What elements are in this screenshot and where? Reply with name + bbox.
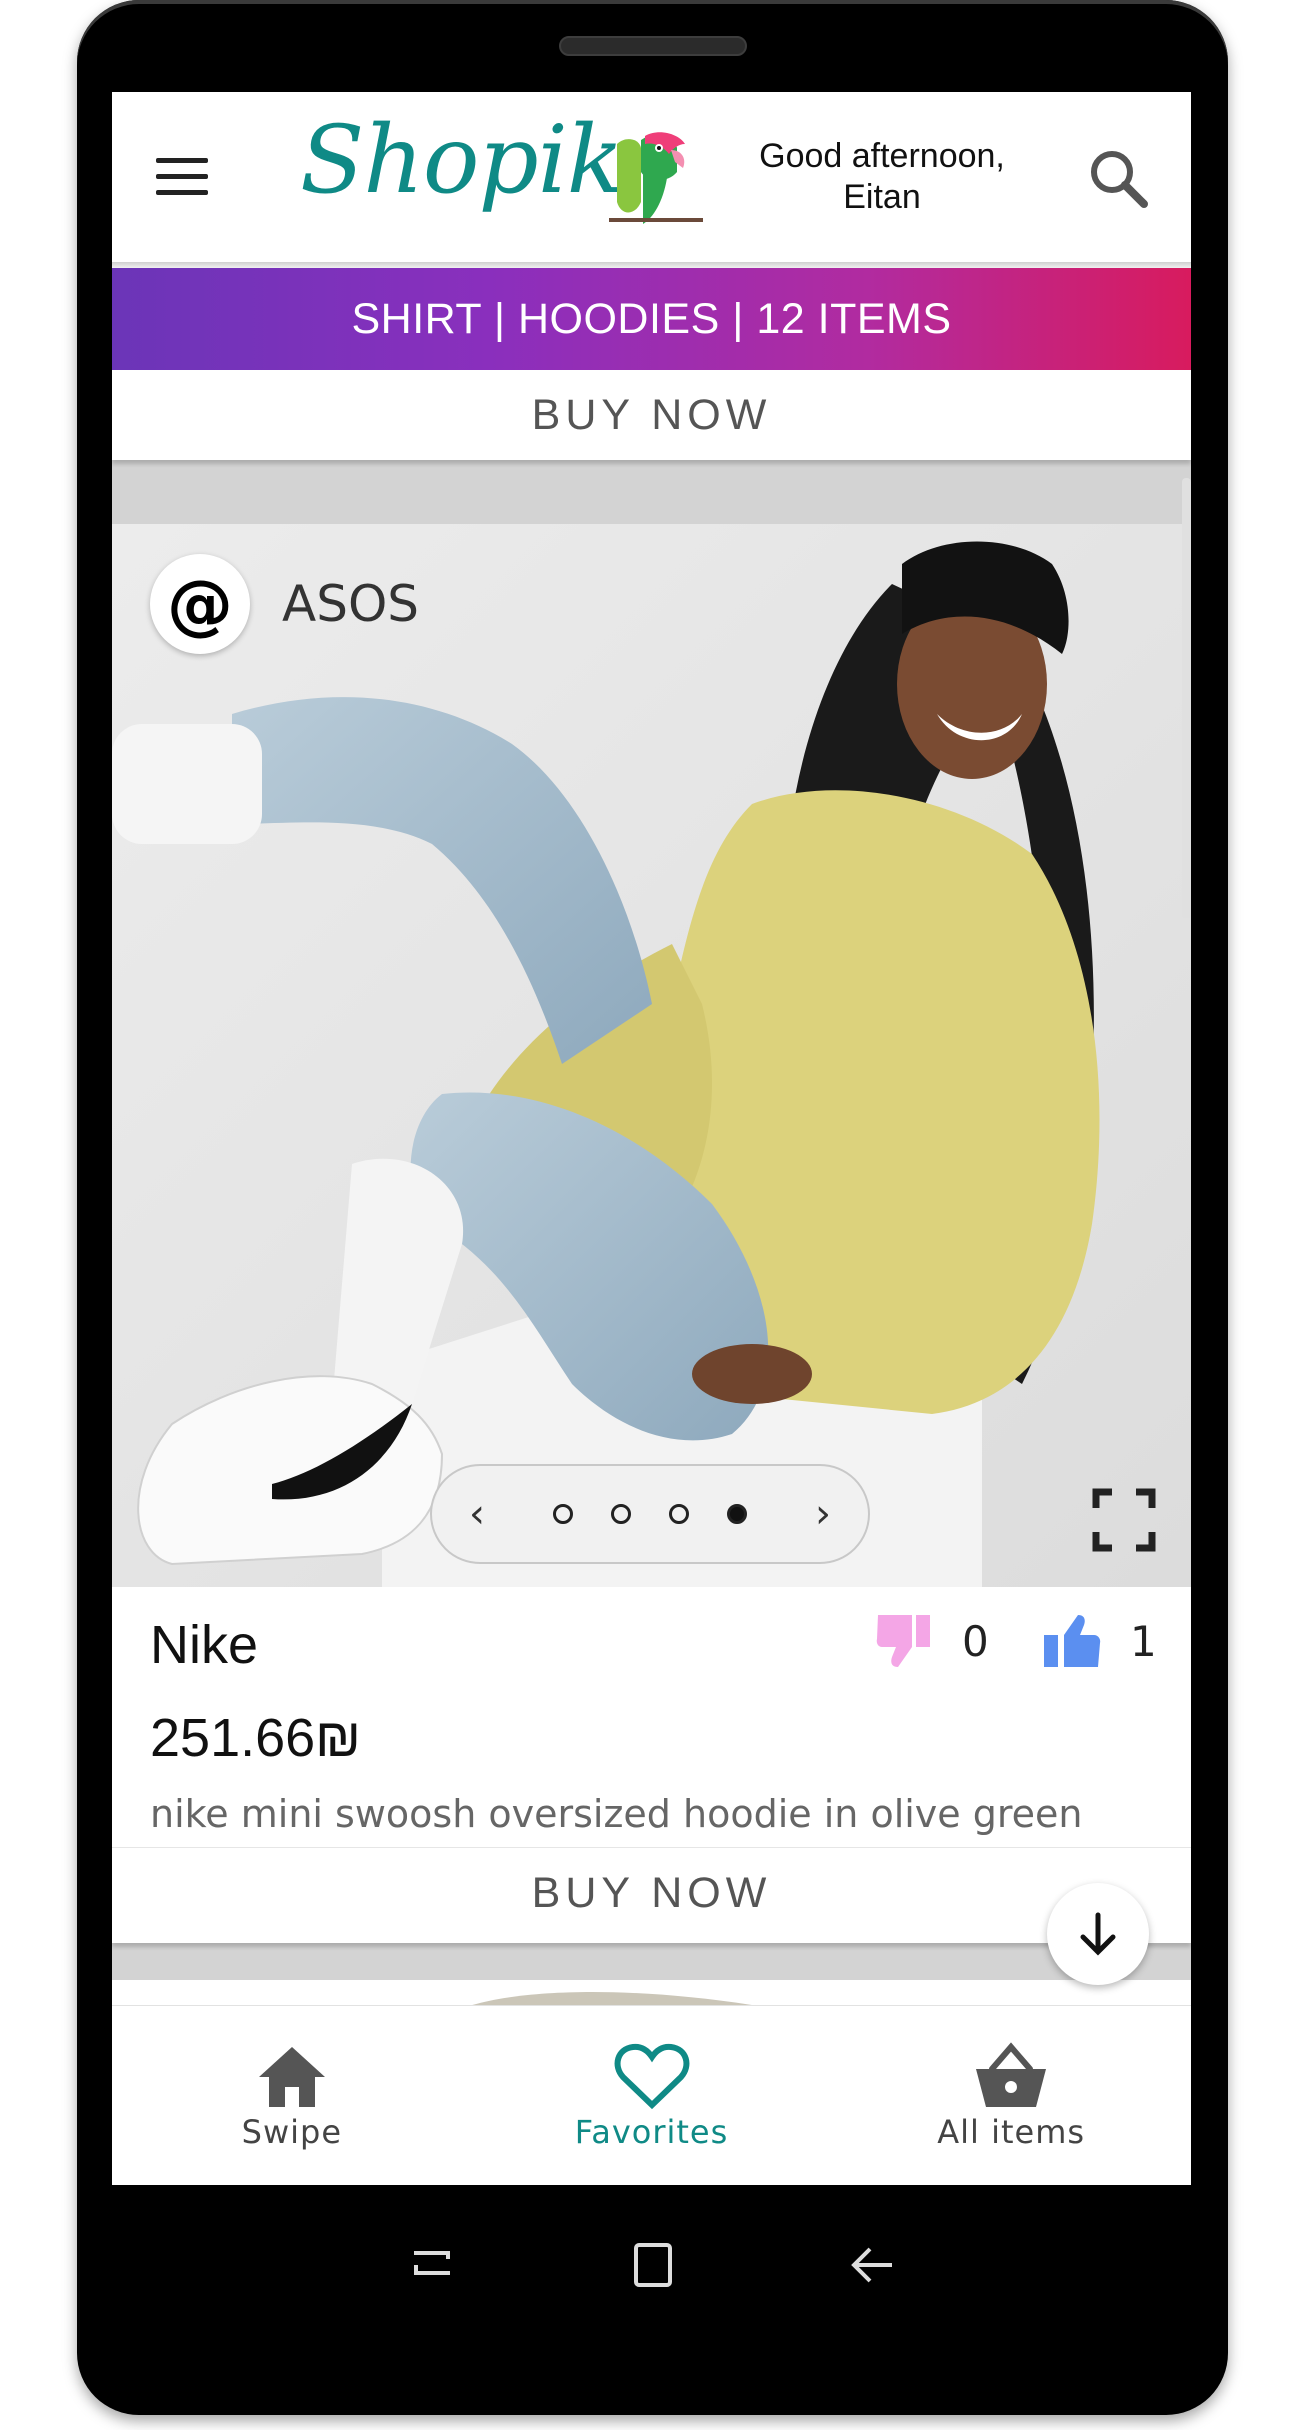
nav-item-favorites[interactable]: Favorites	[472, 2006, 832, 2185]
nav-item-all-items[interactable]: All items	[831, 2006, 1191, 2185]
scrollbar[interactable]	[1182, 478, 1191, 918]
thumbs-up-icon	[1044, 1615, 1101, 1667]
carousel-next-icon[interactable]: ›	[808, 1491, 838, 1537]
phone-frame: Shopik Good afternoon, Eitan SHIRT | HOO…	[77, 0, 1228, 2415]
menu-icon[interactable]	[156, 158, 208, 198]
product-photo-illustration	[112, 524, 1191, 1587]
buy-now-button[interactable]: BUY NOW	[112, 1847, 1191, 1938]
feed-scroll-area[interactable]: SHIRT | HOODIES | 12 ITEMS BUY NOW @ ASO…	[112, 268, 1191, 2005]
app-screen: Shopik Good afternoon, Eitan SHIRT | HOO…	[112, 92, 1191, 2185]
app-header: Shopik Good afternoon, Eitan	[112, 92, 1191, 262]
buy-now-button-banner[interactable]: BUY NOW	[112, 370, 1191, 460]
basket-icon	[976, 2042, 1047, 2107]
carousel-dot[interactable]	[669, 1504, 689, 1524]
product-card: @ ASOS ‹ › Nike 0 1 251.66₪ nike mini sw…	[112, 524, 1191, 1943]
carousel-dot[interactable]	[611, 1504, 631, 1524]
search-icon[interactable]	[1084, 144, 1154, 214]
fullscreen-icon[interactable]	[1092, 1488, 1156, 1552]
recent-apps-icon[interactable]	[402, 2235, 462, 2295]
store-name: ASOS	[282, 575, 420, 633]
product-description: nike mini swoosh oversized hoodie in oli…	[150, 1792, 1083, 1836]
phone-speaker	[559, 36, 747, 56]
next-product-card	[112, 1980, 1191, 2005]
dislike-count: 0	[962, 1616, 989, 1666]
home-icon	[258, 2047, 325, 2107]
store-logo-icon: @	[150, 554, 250, 654]
home-button-icon[interactable]	[622, 2235, 682, 2295]
category-banner: SHIRT | HOODIES | 12 ITEMS	[112, 268, 1191, 370]
bottom-navigation: Swipe Favorites All items	[112, 2005, 1191, 2185]
like-button[interactable]: 1	[1040, 1606, 1157, 1676]
carousel-dot[interactable]	[553, 1504, 573, 1524]
back-icon[interactable]	[842, 2235, 902, 2295]
greeting-line-2: Eitan	[843, 178, 921, 216]
thumbs-down-icon	[876, 1615, 930, 1667]
parrot-logo-icon	[609, 132, 703, 224]
carousel-dot-active[interactable]	[727, 1504, 747, 1524]
arrow-down-icon	[1080, 1912, 1116, 1956]
nav-label-all-items: All items	[937, 2113, 1086, 2151]
next-product-image-peek	[472, 1992, 752, 2005]
carousel-prev-icon[interactable]: ‹	[462, 1491, 492, 1537]
like-count: 1	[1130, 1616, 1157, 1666]
nav-label-favorites: Favorites	[574, 2113, 729, 2151]
product-image[interactable]: @ ASOS ‹ ›	[112, 524, 1191, 1587]
carousel-dots	[553, 1504, 747, 1524]
product-price: 251.66₪	[150, 1708, 362, 1768]
product-brand: Nike	[150, 1615, 259, 1675]
app-logo-text: Shopik	[300, 106, 624, 215]
nav-item-swipe[interactable]: Swipe	[112, 2006, 472, 2185]
greeting-line-1: Good afternoon,	[759, 137, 1005, 175]
greeting-text: Good afternoon, Eitan	[732, 136, 1032, 218]
image-carousel-controls: ‹ ›	[430, 1464, 870, 1564]
system-navigation-bar	[112, 2185, 1191, 2335]
heart-icon	[614, 2043, 689, 2110]
scroll-down-button[interactable]	[1047, 1883, 1149, 1985]
store-badge[interactable]: @ ASOS	[150, 552, 419, 656]
nav-label-swipe: Swipe	[241, 2113, 343, 2151]
dislike-button[interactable]: 0	[872, 1606, 989, 1676]
